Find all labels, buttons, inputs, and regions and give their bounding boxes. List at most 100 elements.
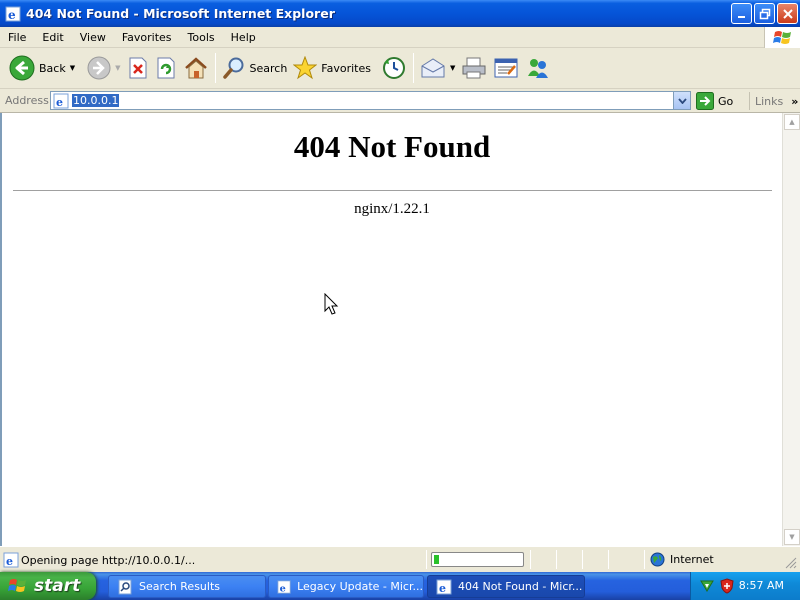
menu-tools[interactable]: Tools [180,31,223,44]
server-signature: nginx/1.22.1 [354,201,430,217]
search-icon [222,57,243,79]
links-label: Links [755,94,784,108]
start-button[interactable]: start [0,572,96,600]
taskbar-button-404-not-found[interactable]: e 404 Not Found - Micr... [427,575,585,598]
forward-dropdown-icon[interactable]: ▼ [115,64,120,72]
page-heading: 404 Not Found [293,129,491,164]
search-button[interactable]: Search [219,50,291,86]
address-bar: Address e 10.0.0.1 Go Links » [0,89,800,113]
security-shield-icon[interactable] [719,578,735,594]
svg-text:e: e [280,583,286,594]
go-button[interactable]: Go [696,92,733,110]
home-button[interactable] [180,50,212,86]
vertical-scrollbar[interactable]: ▲ ▼ [782,113,800,546]
security-zone[interactable]: Internet [650,552,714,567]
status-bar: e Opening page http://10.0.0.1/... Inter… [0,546,800,572]
mail-button[interactable]: ▼ [417,50,458,86]
stop-icon [129,57,146,79]
taskbar-button-search-results[interactable]: Search Results [108,575,266,598]
toolbar: Back ▼ ▼ Search Favorites ▼ [0,48,800,89]
menu-edit[interactable]: Edit [34,31,71,44]
svg-text:e: e [439,582,446,595]
clock: 8:57 AM [738,579,784,592]
favorites-button[interactable]: Favorites [290,50,374,86]
stop-button[interactable] [124,50,152,86]
links-toolbar[interactable]: Links » [749,92,798,110]
address-url: 10.0.0.1 [72,94,120,107]
messenger-button[interactable] [522,50,554,86]
divider [13,190,772,191]
menu-bar: File Edit View Favorites Tools Help [0,27,800,48]
task-label: 404 Not Found - Micr... [458,580,583,593]
windows-flag-icon [8,579,26,592]
status-separator [582,550,583,569]
refresh-button[interactable] [152,50,180,86]
edit-page-icon [494,58,518,78]
taskbar-button-legacy-update[interactable]: e Legacy Update - Micr... [268,575,424,598]
refresh-icon [157,57,174,79]
menu-favorites[interactable]: Favorites [114,31,180,44]
taskbar: start Search Results e Legacy Update - M… [0,572,800,600]
mail-icon [421,58,445,78]
history-button[interactable] [378,50,410,86]
page-favicon-icon: e [53,93,69,109]
favorites-star-icon [293,56,318,80]
svg-text:e: e [8,8,16,22]
minimize-icon [737,15,745,18]
back-label: Back [39,61,66,75]
network-icon[interactable] [699,578,715,594]
favorites-label: Favorites [321,61,371,75]
go-arrow-icon [696,92,714,110]
svg-text:e: e [6,555,13,568]
resize-grip-icon[interactable] [785,557,797,569]
scroll-up-button[interactable]: ▲ [784,114,800,130]
restore-icon [759,8,770,19]
address-input[interactable]: e 10.0.0.1 [50,91,691,110]
status-separator [608,550,609,569]
status-separator [530,550,531,569]
loading-page-icon: e [3,552,19,568]
search-results-icon [118,579,132,594]
zone-label: Internet [670,553,714,566]
svg-text:e: e [56,96,63,109]
mouse-pointer-icon [324,293,339,315]
close-button[interactable] [777,3,798,24]
progress-bar [431,552,524,567]
ie-icon: e [277,579,291,594]
print-button[interactable] [458,50,490,86]
search-label: Search [249,61,288,75]
system-tray: 8:57 AM [690,572,800,600]
edit-button[interactable] [490,50,522,86]
back-dropdown-icon[interactable]: ▼ [70,64,75,72]
chevron-down-icon [677,97,687,104]
progress-fill [434,555,439,564]
history-icon [383,57,405,79]
close-icon [782,8,793,19]
menu-view[interactable]: View [72,31,114,44]
back-arrow-icon [9,55,35,81]
status-separator [426,550,427,569]
menu-help[interactable]: Help [223,31,264,44]
minimize-button[interactable] [731,3,752,24]
menu-file[interactable]: File [0,31,34,44]
printer-icon [462,57,486,79]
scroll-down-button[interactable]: ▼ [784,529,800,545]
ie-icon: e [5,6,21,22]
title-bar[interactable]: e 404 Not Found - Microsoft Internet Exp… [0,0,800,27]
links-chevron-icon[interactable]: » [791,95,798,108]
go-label: Go [718,94,734,108]
forward-arrow-icon [87,56,111,80]
windows-logo-icon [764,27,800,48]
mail-dropdown-icon[interactable]: ▼ [450,64,455,72]
forward-button[interactable]: ▼ [84,50,123,86]
toolbar-separator [413,53,414,83]
task-label: Search Results [139,580,221,593]
address-label: Address [5,94,49,107]
task-label: Legacy Update - Micr... [297,580,423,593]
page-content: 404 Not Found nginx/1.22.1 [0,113,782,546]
messenger-icon [528,59,549,78]
address-dropdown-button[interactable] [673,92,690,109]
restore-button[interactable] [754,3,775,24]
toolbar-separator [214,53,216,83]
back-button[interactable]: Back ▼ [6,50,78,86]
